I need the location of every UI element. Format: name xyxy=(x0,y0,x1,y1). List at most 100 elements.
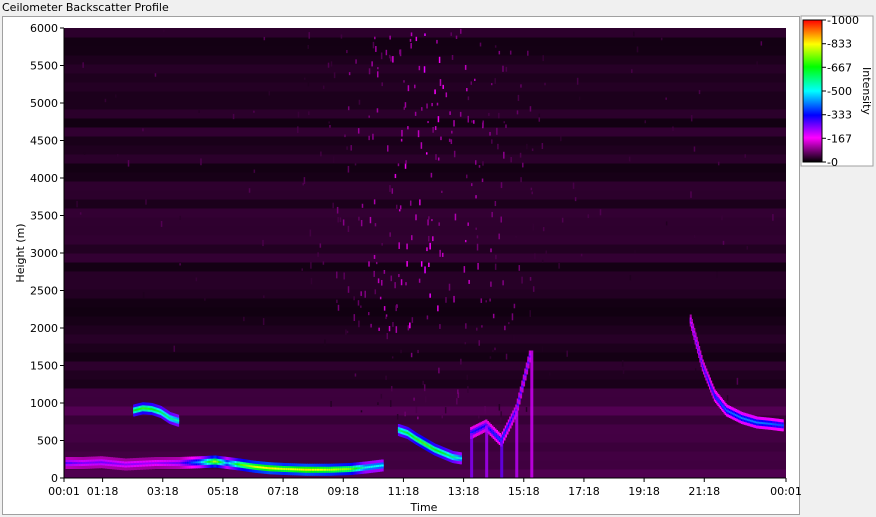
y-tick-label: 0 xyxy=(51,472,58,485)
heatmap-speckle xyxy=(450,139,453,145)
heatmap-speckle xyxy=(392,56,394,63)
feature-evening-layer xyxy=(781,424,784,427)
heatmap-speckle xyxy=(504,325,506,331)
heatmap-speckle xyxy=(453,295,455,303)
heatmap-speckle xyxy=(436,102,439,106)
heatmap-speckle xyxy=(400,349,402,354)
heatmap-speckle xyxy=(464,342,467,345)
heatmap-speckle xyxy=(324,339,326,347)
heatmap-speckle xyxy=(448,138,451,142)
x-tick-label: 07:18 xyxy=(267,485,299,498)
heatmap-speckle xyxy=(453,150,456,158)
heatmap-speckle xyxy=(479,42,482,47)
heatmap-speckle xyxy=(204,298,206,301)
heatmap-speckle xyxy=(451,130,453,134)
heatmap-speckle xyxy=(409,322,411,329)
heatmap-speckle xyxy=(480,298,483,303)
heatmap-speckle xyxy=(403,80,405,83)
heatmap-speckle xyxy=(429,242,431,250)
heatmap-speckle xyxy=(374,223,377,227)
heatmap-speckle xyxy=(435,154,437,160)
heatmap-speckle xyxy=(538,113,541,118)
heatmap-speckle xyxy=(346,330,349,334)
heatmap-speckle xyxy=(457,389,459,394)
heatmap-speckle xyxy=(494,347,496,351)
heatmap-speckle xyxy=(497,143,499,150)
heatmap-band xyxy=(64,289,786,299)
heatmap-speckle xyxy=(434,89,436,95)
heatmap-speckle xyxy=(79,212,82,215)
heatmap-speckle xyxy=(361,203,364,208)
heatmap-speckle xyxy=(330,401,332,407)
heatmap-speckle xyxy=(417,130,420,138)
heatmap-speckle xyxy=(437,305,439,312)
heatmap-band xyxy=(64,145,786,155)
heatmap-speckle xyxy=(432,126,434,133)
heatmap-speckle xyxy=(346,50,348,54)
heatmap-speckle xyxy=(716,271,718,278)
heatmap-speckle xyxy=(490,281,492,287)
heatmap-speckle xyxy=(347,286,350,293)
heatmap-speckle xyxy=(633,31,635,37)
heatmap-speckle xyxy=(398,209,401,212)
heatmap-speckle xyxy=(385,316,387,320)
heatmap-speckle xyxy=(404,411,406,417)
heatmap-speckle xyxy=(154,73,157,77)
heatmap-speckle xyxy=(386,332,389,340)
heatmap-speckle xyxy=(401,129,403,137)
heatmap-speckle xyxy=(409,38,412,42)
heatmap-speckle xyxy=(422,380,424,386)
heatmap-speckle xyxy=(444,407,447,414)
heatmap-speckle xyxy=(530,187,533,191)
heatmap-band xyxy=(64,298,786,308)
heatmap-speckle xyxy=(466,374,469,380)
heatmap-speckle xyxy=(665,221,668,226)
feature-surface-layer xyxy=(381,464,384,467)
heatmap-speckle xyxy=(426,247,428,252)
heatmap-speckle xyxy=(441,413,443,419)
heatmap-speckle xyxy=(494,45,497,48)
heatmap-speckle xyxy=(491,211,493,218)
heatmap-speckle xyxy=(476,243,479,251)
heatmap-speckle xyxy=(357,300,360,306)
heatmap-speckle xyxy=(375,46,377,52)
y-tick-label: 6000 xyxy=(30,22,58,35)
y-tick-label: 4500 xyxy=(30,135,58,148)
heatmap-speckle xyxy=(660,37,663,41)
heatmap-band xyxy=(64,361,786,371)
heatmap-speckle xyxy=(387,145,389,152)
heatmap-speckle xyxy=(83,152,86,155)
heatmap-speckle xyxy=(542,227,545,232)
heatmap-speckle xyxy=(465,323,467,329)
heatmap-speckle xyxy=(391,356,394,359)
heatmap-speckle xyxy=(541,346,544,352)
heatmap-speckle xyxy=(405,160,407,165)
heatmap-speckle xyxy=(410,352,413,358)
heatmap-speckle xyxy=(428,216,430,220)
heatmap-speckle xyxy=(389,185,391,192)
heatmap-speckle xyxy=(385,314,388,317)
heatmap-speckle xyxy=(531,148,534,152)
heatmap-speckle xyxy=(520,84,522,88)
heatmap-speckle xyxy=(441,190,443,193)
heatmap-speckle xyxy=(427,219,429,226)
y-tick-label: 4000 xyxy=(30,172,58,185)
x-tick-label: 17:18 xyxy=(568,485,600,498)
heatmap-speckle xyxy=(491,139,493,144)
heatmap-speckle xyxy=(357,128,360,134)
heatmap-speckle xyxy=(368,312,370,316)
heatmap-speckle xyxy=(572,182,575,189)
heatmap-speckle xyxy=(541,259,544,264)
heatmap-speckle xyxy=(414,111,417,116)
heatmap-speckle xyxy=(672,126,674,132)
heatmap-speckle xyxy=(142,128,144,132)
heatmap-speckle xyxy=(434,126,437,131)
heatmap-speckle xyxy=(339,217,342,223)
y-tick-label: 5000 xyxy=(30,97,58,110)
y-tick-label: 3500 xyxy=(30,210,58,223)
heatmap-speckle xyxy=(470,183,473,187)
heatmap-speckle xyxy=(502,280,504,286)
heatmap-base-layer xyxy=(64,28,786,478)
heatmap-speckle xyxy=(466,87,468,92)
heatmap-speckle xyxy=(390,275,393,282)
